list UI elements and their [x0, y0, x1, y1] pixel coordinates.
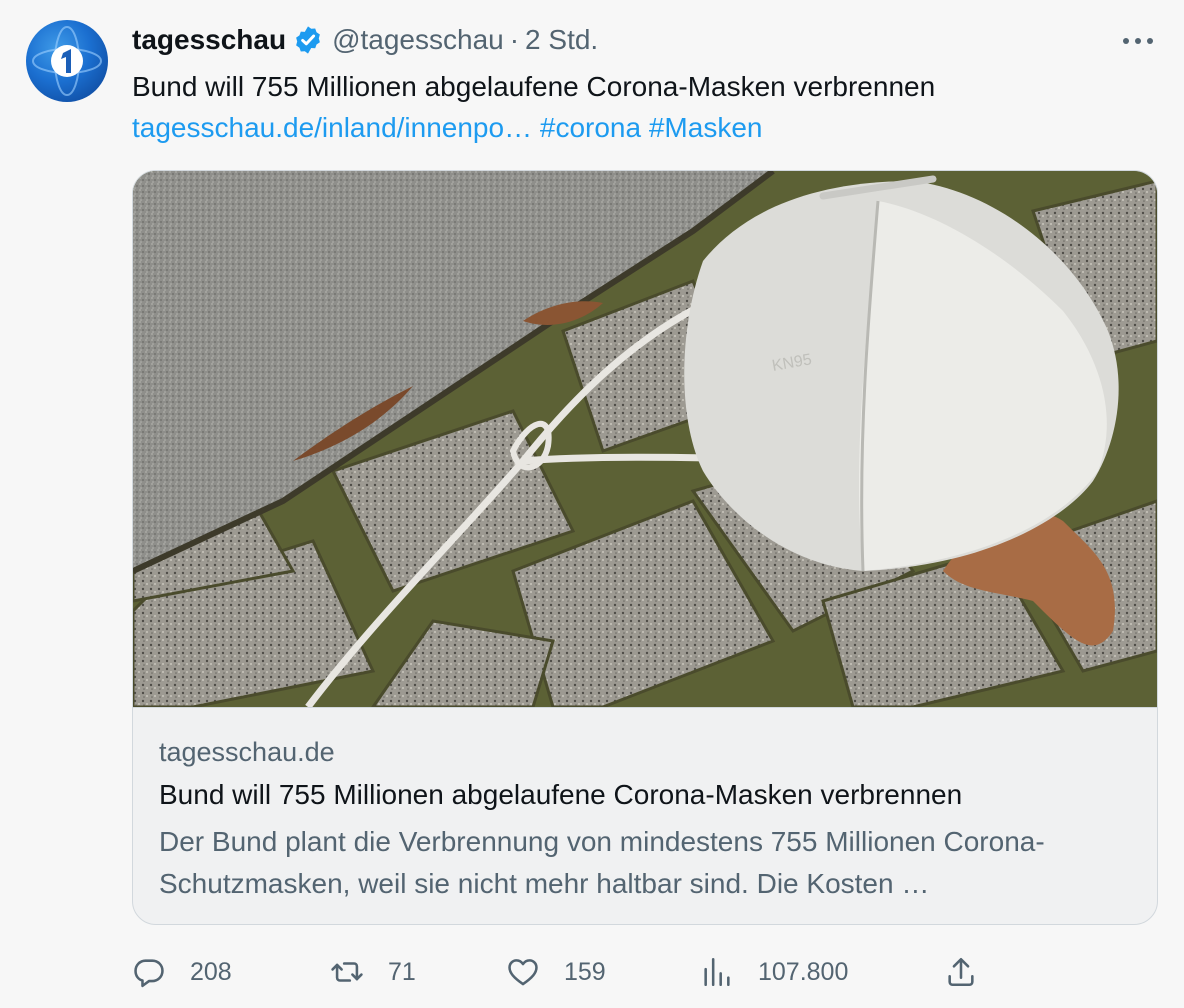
hashtag-corona[interactable]: #corona	[540, 112, 641, 143]
retweet-icon	[331, 962, 363, 982]
action-bar: 208 71 159 107.800	[132, 950, 1132, 994]
more-icon	[1123, 38, 1153, 44]
card-image[interactable]: KN95	[133, 171, 1157, 707]
retweet-count: 71	[388, 957, 416, 986]
avatar[interactable]	[26, 20, 108, 102]
more-button[interactable]	[1118, 26, 1158, 56]
share-button[interactable]	[944, 950, 978, 994]
retweet-button[interactable]: 71	[330, 950, 416, 994]
reply-icon	[134, 959, 164, 988]
link-card[interactable]: KN95 tagesschau.de Bund will 755 Million…	[132, 170, 1158, 925]
author-handle[interactable]: @tagesschau	[332, 24, 504, 56]
card-description: Der Bund plant die Verbrennung von minde…	[159, 826, 1045, 899]
hashtag-masken[interactable]: #Masken	[649, 112, 763, 143]
views-button[interactable]: 107.800	[700, 950, 848, 994]
author-name[interactable]: tagesschau	[132, 24, 286, 56]
header-separator: ·	[509, 24, 520, 55]
tweet-link[interactable]: tagesschau.de/inland/innenpo…	[132, 112, 532, 143]
tweet-body: Bund will 755 Millionen abgelaufene Coro…	[132, 71, 936, 102]
heart-icon	[508, 959, 538, 986]
like-count: 159	[564, 957, 606, 986]
reply-button[interactable]: 208	[132, 950, 232, 994]
views-icon	[704, 957, 730, 987]
mask-photo: KN95	[133, 171, 1157, 707]
tweet-text: Bund will 755 Millionen abgelaufene Coro…	[132, 66, 1152, 148]
tweet-timestamp[interactable]: 2 Std.	[525, 24, 598, 56]
card-title: Bund will 755 Millionen abgelaufene Coro…	[159, 779, 963, 810]
share-icon	[948, 957, 974, 987]
card-divider	[133, 707, 1157, 708]
card-domain: tagesschau.de	[159, 737, 335, 767]
tweet-header: tagesschau @tagesschau · 2 Std.	[132, 22, 598, 58]
reply-count: 208	[190, 957, 232, 986]
verified-badge-icon	[296, 26, 320, 54]
like-button[interactable]: 159	[506, 950, 606, 994]
tagesschau-logo-icon	[32, 26, 102, 96]
view-count: 107.800	[758, 957, 849, 986]
